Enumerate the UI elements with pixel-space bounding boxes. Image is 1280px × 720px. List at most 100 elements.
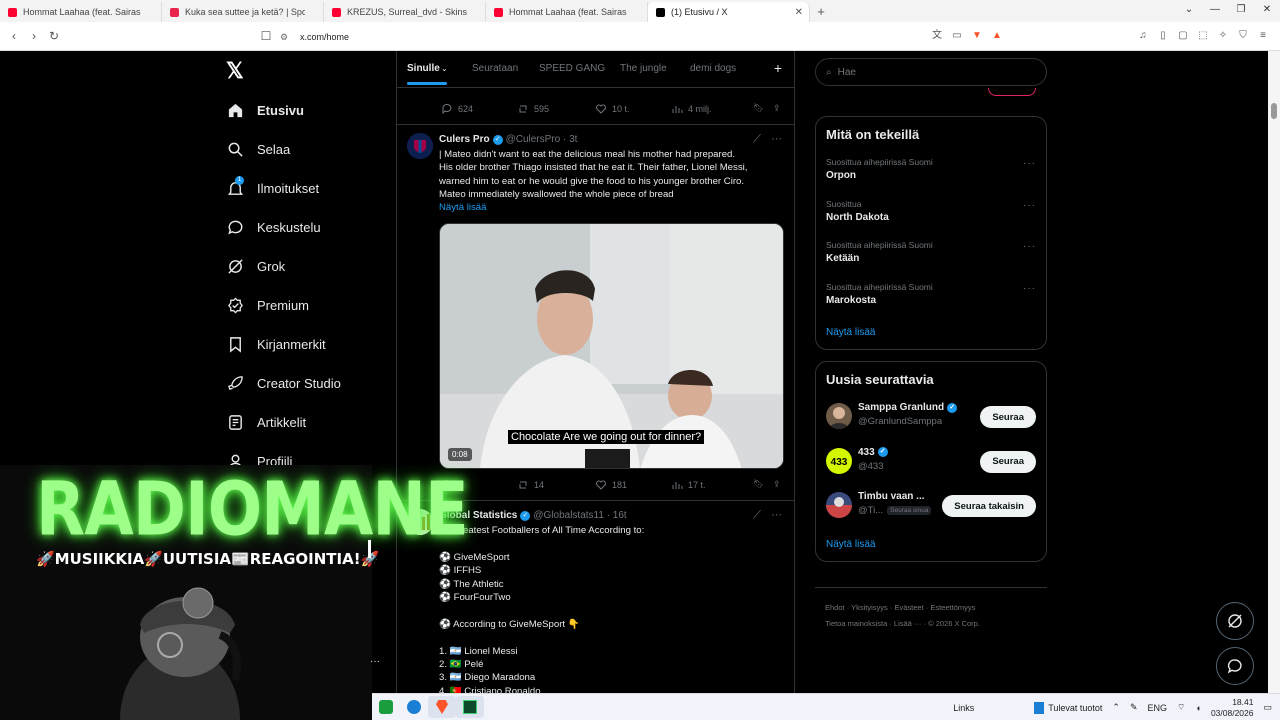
grok-icon[interactable]: ⟋ — [753, 509, 761, 522]
menu-icon[interactable]: ≡ — [1256, 29, 1270, 43]
trend-more-icon[interactable]: ··· — [1023, 200, 1036, 211]
like-button[interactable]: 181 — [595, 479, 627, 491]
footer-link[interactable]: Esteettömyys — [930, 603, 975, 612]
back-icon[interactable]: ‹ — [4, 29, 24, 43]
share-button[interactable]: ⇪ — [773, 103, 781, 114]
trend-more-icon[interactable]: ··· — [1023, 158, 1036, 169]
bookmark-button[interactable]: 🔖︎ — [753, 479, 764, 490]
trends-show-more-link[interactable]: Näytä lisää — [826, 327, 875, 338]
author-handle[interactable]: @Globalstats11 · 16t — [533, 510, 626, 521]
footer-link[interactable]: Tietoa mainoksista — [825, 619, 887, 628]
browser-tab[interactable]: Hommat Laahaa (feat. Sairas T) - You — [0, 2, 162, 22]
address-bar[interactable]: ⚙ x.com/home — [280, 29, 910, 45]
tweet-video[interactable]: Chocolate Are we going out for dinner? 0… — [439, 223, 784, 469]
tab-close-icon[interactable]: ✕ — [795, 7, 803, 18]
more-icon[interactable]: ··· — [771, 509, 782, 522]
new-tab-button[interactable]: + — [810, 2, 832, 22]
x-logo-icon[interactable]: 𝕏 — [226, 58, 244, 84]
footer-link[interactable]: © 2026 X Corp. — [928, 619, 980, 628]
show-more-link[interactable]: Näytä lisää — [439, 202, 486, 213]
trend-name[interactable]: Orpon — [826, 170, 856, 181]
page-scrollbar[interactable] — [1268, 51, 1280, 693]
nav-item-kirjanmerkit[interactable]: Kirjanmerkit — [226, 332, 326, 356]
clock[interactable]: 18.41 03/08/2026 — [1211, 697, 1254, 719]
close-window-button[interactable]: ✕ — [1254, 0, 1280, 22]
nav-item-ilmoitukset[interactable]: 1 Ilmoitukset — [226, 176, 319, 200]
messages-fab[interactable] — [1216, 647, 1254, 685]
reply-button[interactable]: 624 — [441, 103, 473, 115]
trend-name[interactable]: Ketään — [826, 253, 859, 264]
nav-item-premium[interactable]: Premium — [226, 293, 309, 317]
edge-icon[interactable] — [400, 696, 428, 718]
scrollbar-thumb[interactable] — [1271, 103, 1277, 119]
follow-button[interactable]: Seuraa takaisin — [942, 495, 1036, 517]
nav-item-artikkelit[interactable]: Artikkelit — [226, 410, 306, 434]
search-input[interactable]: ⌕ Hae — [815, 58, 1047, 86]
sidebar-icon[interactable]: ▯ — [1156, 29, 1170, 43]
feed-tab[interactable]: demi dogs — [690, 63, 736, 74]
follow-button[interactable]: Seuraa — [980, 450, 1036, 473]
trend-name[interactable]: Marokosta — [826, 295, 876, 306]
notification-icon[interactable]: ▭ — [1263, 702, 1272, 713]
trend-more-icon[interactable]: ··· — [1023, 283, 1036, 294]
trend-more-icon[interactable]: ··· — [1023, 241, 1036, 252]
avatar[interactable] — [826, 492, 852, 518]
grok-icon[interactable]: ⟋ — [753, 133, 761, 146]
browser-tab[interactable]: Hommat Laahaa (feat. Sairas T) - You — [486, 2, 648, 22]
vpn-icon[interactable]: ⛉ — [1236, 29, 1250, 43]
browser-tab[interactable]: (1) Etusivu / X ✕ — [648, 2, 810, 22]
feed-tab[interactable]: SPEED GANG — [539, 63, 605, 74]
media-icon[interactable]: ♫ — [1136, 29, 1150, 43]
author-name[interactable]: Culers Pro — [439, 134, 490, 145]
author-handle[interactable]: @CulersPro · 3t — [506, 134, 578, 145]
extensions-icon[interactable]: ⬚ — [1196, 29, 1210, 43]
footer-link[interactable]: Lisää ··· — [894, 619, 922, 628]
site-info-icon[interactable]: ⚙ — [280, 32, 292, 43]
leo-icon[interactable]: ✧ — [1216, 29, 1230, 43]
avatar[interactable] — [826, 403, 852, 429]
avatar[interactable]: 433 — [826, 447, 852, 474]
nav-item-selaa[interactable]: Selaa — [226, 137, 290, 161]
brave-rewards-icon[interactable]: ▲ — [990, 29, 1004, 43]
widget-button[interactable]: Tulevat tuotot — [1034, 701, 1102, 714]
follow-button[interactable]: Seuraa — [980, 406, 1036, 428]
forward-icon[interactable]: › — [24, 29, 44, 43]
bookmark-button[interactable]: 🔖︎ — [753, 103, 764, 114]
cast-icon[interactable]: ▭ — [950, 29, 964, 43]
repost-button[interactable]: 595 — [517, 103, 549, 115]
reload-icon[interactable]: ↻ — [44, 29, 64, 43]
brave-shield-icon[interactable]: ▼ — [970, 29, 984, 43]
views-button[interactable]: 4 milj. — [671, 103, 712, 115]
share-button[interactable]: ⇪ — [773, 479, 781, 490]
like-button[interactable]: 10 t. — [595, 103, 630, 115]
links-toolbar[interactable]: Links — [953, 703, 974, 713]
brave-icon[interactable] — [428, 696, 456, 718]
follow-suggestion-name[interactable]: Timbu vaan ... — [858, 491, 925, 502]
minimize-button[interactable]: — — [1202, 0, 1228, 22]
add-feed-icon[interactable]: + — [774, 60, 782, 76]
trend-name[interactable]: North Dakota — [826, 212, 889, 223]
nav-item-etusivu[interactable]: Etusivu — [226, 98, 304, 122]
browser-tab[interactable]: Kuka sea suttee ja ketä? | Sportikaipa — [162, 2, 324, 22]
taskbar-app-icon[interactable] — [372, 696, 400, 718]
more-icon[interactable]: ··· — [370, 656, 380, 667]
feed-tab[interactable]: The jungle — [620, 63, 667, 74]
feed-tab[interactable]: Sinulle — [407, 63, 440, 74]
bookmark-page-icon[interactable]: ☐ — [256, 29, 276, 43]
tab-search-icon[interactable]: ⌄ — [1176, 0, 1202, 22]
wallet-icon[interactable]: ▢ — [1176, 29, 1190, 43]
repost-button[interactable]: 14 — [517, 479, 544, 491]
nav-item-creator-studio[interactable]: Creator Studio — [226, 371, 341, 395]
pen-icon[interactable]: ✎ — [1130, 702, 1138, 713]
footer-link[interactable]: Evästeet — [894, 603, 923, 612]
translate-icon[interactable]: 文 — [930, 29, 944, 43]
views-button[interactable]: 17 t. — [671, 479, 706, 491]
feed-tab[interactable]: Seurataan — [472, 63, 518, 74]
stream-app-icon[interactable] — [456, 696, 484, 718]
more-icon[interactable]: ··· — [771, 133, 782, 146]
footer-link[interactable]: Yksityisyys — [851, 603, 888, 612]
language-indicator[interactable]: ENG — [1148, 703, 1168, 713]
who-to-follow-show-more-link[interactable]: Näytä lisää — [826, 539, 875, 550]
grok-fab[interactable] — [1216, 602, 1254, 640]
nav-item-keskustelu[interactable]: Keskustelu — [226, 215, 321, 239]
